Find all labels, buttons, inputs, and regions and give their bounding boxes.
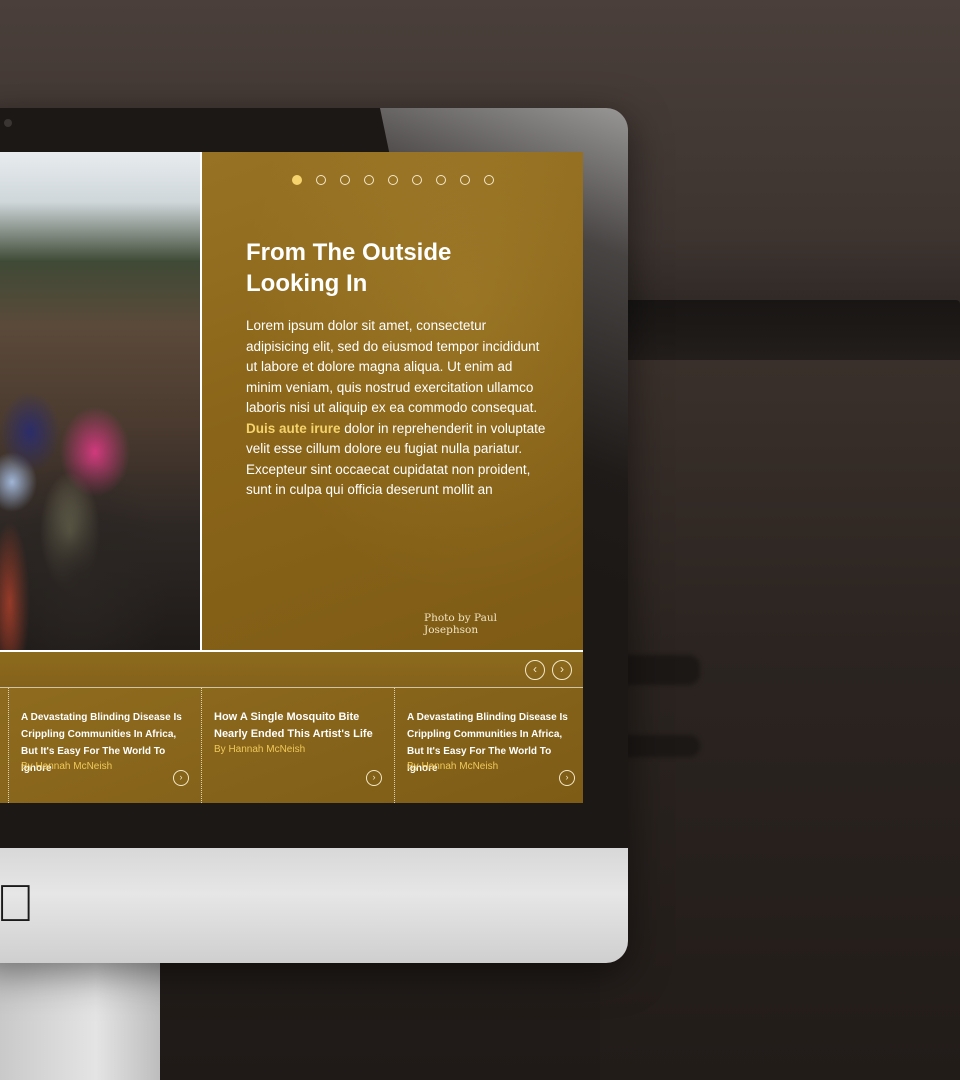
slide-body-text: Lorem ipsum dolor sit amet, consectetur … [246,318,540,415]
slider-dot[interactable] [292,175,302,185]
article-card-open-button[interactable]: › [173,770,189,786]
article-card[interactable]: A Devastating Blinding Disease Is Crippl… [8,688,200,803]
article-card[interactable]: How A Single Mosquito Bite Nearly Ended … [201,688,393,803]
carousel-next-button[interactable]: › [552,660,572,680]
article-card-open-button[interactable]: › [366,770,382,786]
slider-dot[interactable] [340,175,350,185]
slider-dot[interactable] [412,175,422,185]
slider-panel: From The Outside Looking In Lorem ipsum … [202,152,583,650]
slider-dot[interactable] [484,175,494,185]
slider-dot[interactable] [460,175,470,185]
chevron-right-icon: › [565,772,569,782]
screen: From The Outside Looking In Lorem ipsum … [0,152,583,803]
article-cards: A Devastating Blinding Disease Is Crippl… [0,688,583,803]
apple-logo-icon:  [0,872,35,936]
chevron-right-icon: › [372,772,376,782]
hero-photo [0,152,200,650]
slider-dot[interactable] [388,175,398,185]
slider-dot[interactable] [316,175,326,185]
article-card[interactable]: A Devastating Blinding Disease Is Crippl… [394,688,583,803]
chevron-right-icon: › [560,662,564,676]
chevron-right-icon: › [179,772,183,782]
slide-body-link[interactable]: Duis aute irure [246,421,341,436]
photo-credit: Photo by Paul Josephson [424,612,497,636]
carousel-nav-bar: ‹ › [0,652,583,687]
article-card-author: By Hannah McNeish [407,761,499,772]
slide-body: Lorem ipsum dolor sit amet, consectetur … [246,316,546,501]
article-card-author: By Hannah McNeish [21,761,113,772]
slider-dot[interactable] [364,175,374,185]
slider-dot[interactable] [436,175,446,185]
article-card-open-button[interactable]: › [559,770,575,786]
background-water [600,360,960,1080]
monitor-stand [0,963,160,1080]
article-card-author: By Hannah McNeish [214,744,306,755]
background-horizon [600,300,960,360]
carousel-prev-button[interactable]: ‹ [525,660,545,680]
camera-icon [4,119,12,127]
slider-pagination [292,175,494,185]
slide-title: From The Outside Looking In [246,239,452,297]
article-card-title[interactable]: How A Single Mosquito Bite Nearly Ended … [214,709,386,743]
chevron-left-icon: ‹ [533,662,537,676]
monitor-chin [0,848,628,963]
